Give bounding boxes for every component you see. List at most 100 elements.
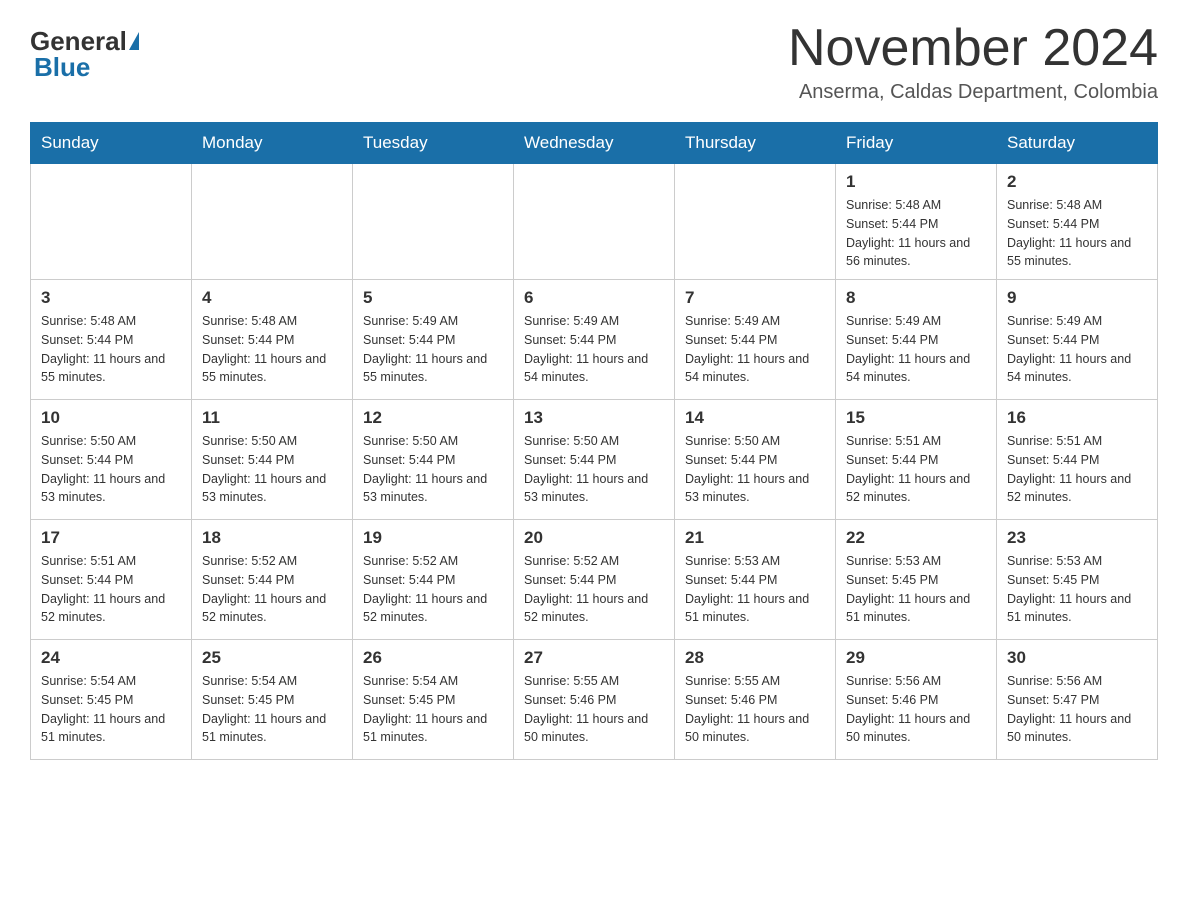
calendar-cell: 29 Sunrise: 5:56 AMSunset: 5:46 PMDayligh… xyxy=(836,640,997,760)
calendar-cell: 27Sunrise: 5:55 AMSunset: 5:46 PMDayligh… xyxy=(514,640,675,760)
day-info: Sunrise: 5:50 AMSunset: 5:44 PMDaylight:… xyxy=(524,432,664,507)
calendar-cell: 22 Sunrise: 5:53 AMSunset: 5:45 PMDayligh… xyxy=(836,520,997,640)
calendar-week-row: 1 Sunrise: 5:48 AMSunset: 5:44 PMDaylight… xyxy=(31,164,1158,280)
day-info: Sunrise: 5:50 AMSunset: 5:44 PMDaylight:… xyxy=(685,432,825,507)
calendar-week-row: 3 Sunrise: 5:48 AMSunset: 5:44 PMDaylight… xyxy=(31,280,1158,400)
day-number: 10 xyxy=(41,408,181,428)
header-day-wednesday: Wednesday xyxy=(514,123,675,164)
calendar-week-row: 10 Sunrise: 5:50 AMSunset: 5:44 PMDayligh… xyxy=(31,400,1158,520)
day-number: 3 xyxy=(41,288,181,308)
day-info: Sunrise: 5:51 AMSunset: 5:44 PMDaylight:… xyxy=(1007,432,1147,507)
location-title: Anserma, Caldas Department, Colombia xyxy=(788,81,1158,104)
header-day-sunday: Sunday xyxy=(31,123,192,164)
day-number: 15 xyxy=(846,408,986,428)
day-info: Sunrise: 5:49 AMSunset: 5:44 PMDaylight:… xyxy=(846,312,986,387)
title-area: November 2024 Anserma, Caldas Department… xyxy=(788,20,1158,104)
day-number: 6 xyxy=(524,288,664,308)
day-number: 16 xyxy=(1007,408,1147,428)
day-number: 4 xyxy=(202,288,342,308)
logo-general-text: General xyxy=(30,28,127,54)
calendar-cell xyxy=(31,164,192,280)
day-number: 2 xyxy=(1007,172,1147,192)
calendar-cell: 3Sunrise: 5:48 AMSunset: 5:44 PMDaylight… xyxy=(31,280,192,400)
day-number: 17 xyxy=(41,528,181,548)
day-info: Sunrise: 5:48 AMSunset: 5:44 PMDaylight:… xyxy=(846,196,986,271)
day-number: 27 xyxy=(524,648,664,668)
day-info: Sunrise: 5:50 AMSunset: 5:44 PMDaylight:… xyxy=(363,432,503,507)
calendar-cell: 30 Sunrise: 5:56 AMSunset: 5:47 PMDayligh… xyxy=(997,640,1158,760)
day-number: 24 xyxy=(41,648,181,668)
calendar-cell: 4 Sunrise: 5:48 AMSunset: 5:44 PMDaylight… xyxy=(192,280,353,400)
header-day-tuesday: Tuesday xyxy=(353,123,514,164)
calendar-cell: 10Sunrise: 5:50 AMSunset: 5:44 PMDayligh… xyxy=(31,400,192,520)
day-number: 8 xyxy=(846,288,986,308)
day-number: 21 xyxy=(685,528,825,548)
day-number: 5 xyxy=(363,288,503,308)
calendar-cell: 25Sunrise: 5:54 AMSunset: 5:45 PMDayligh… xyxy=(192,640,353,760)
day-info: Sunrise: 5:53 AMSunset: 5:45 PMDaylight:… xyxy=(1007,552,1147,627)
logo-triangle-icon xyxy=(129,32,139,50)
day-number: 11 xyxy=(202,408,342,428)
calendar-cell: 17 Sunrise: 5:51 AMSunset: 5:44 PMDayligh… xyxy=(31,520,192,640)
day-info: Sunrise: 5:48 AMSunset: 5:44 PMDaylight:… xyxy=(202,312,342,387)
day-info: Sunrise: 5:49 AMSunset: 5:44 PMDaylight:… xyxy=(363,312,503,387)
calendar-cell xyxy=(675,164,836,280)
calendar-cell: 7 Sunrise: 5:49 AMSunset: 5:44 PMDaylight… xyxy=(675,280,836,400)
day-info: Sunrise: 5:52 AMSunset: 5:44 PMDaylight:… xyxy=(524,552,664,627)
month-title: November 2024 xyxy=(788,20,1158,77)
calendar-cell: 23 Sunrise: 5:53 AMSunset: 5:45 PMDayligh… xyxy=(997,520,1158,640)
calendar-cell: 21Sunrise: 5:53 AMSunset: 5:44 PMDayligh… xyxy=(675,520,836,640)
calendar-week-row: 17 Sunrise: 5:51 AMSunset: 5:44 PMDayligh… xyxy=(31,520,1158,640)
calendar-cell: 16 Sunrise: 5:51 AMSunset: 5:44 PMDayligh… xyxy=(997,400,1158,520)
day-number: 22 xyxy=(846,528,986,548)
header-day-saturday: Saturday xyxy=(997,123,1158,164)
day-number: 18 xyxy=(202,528,342,548)
calendar-cell: 5 Sunrise: 5:49 AMSunset: 5:44 PMDaylight… xyxy=(353,280,514,400)
calendar-cell: 2 Sunrise: 5:48 AMSunset: 5:44 PMDaylight… xyxy=(997,164,1158,280)
day-number: 14 xyxy=(685,408,825,428)
logo-blue-text: Blue xyxy=(34,52,90,83)
day-number: 13 xyxy=(524,408,664,428)
day-info: Sunrise: 5:54 AMSunset: 5:45 PMDaylight:… xyxy=(363,672,503,747)
calendar-table: SundayMondayTuesdayWednesdayThursdayFrid… xyxy=(30,122,1158,760)
calendar-cell: 13 Sunrise: 5:50 AMSunset: 5:44 PMDayligh… xyxy=(514,400,675,520)
calendar-cell: 26 Sunrise: 5:54 AMSunset: 5:45 PMDayligh… xyxy=(353,640,514,760)
day-number: 19 xyxy=(363,528,503,548)
day-number: 30 xyxy=(1007,648,1147,668)
calendar-cell: 15 Sunrise: 5:51 AMSunset: 5:44 PMDayligh… xyxy=(836,400,997,520)
day-info: Sunrise: 5:51 AMSunset: 5:44 PMDaylight:… xyxy=(846,432,986,507)
day-number: 7 xyxy=(685,288,825,308)
day-info: Sunrise: 5:48 AMSunset: 5:44 PMDaylight:… xyxy=(1007,196,1147,271)
day-info: Sunrise: 5:53 AMSunset: 5:45 PMDaylight:… xyxy=(846,552,986,627)
header-day-friday: Friday xyxy=(836,123,997,164)
header-day-monday: Monday xyxy=(192,123,353,164)
calendar-cell: 12 Sunrise: 5:50 AMSunset: 5:44 PMDayligh… xyxy=(353,400,514,520)
day-number: 12 xyxy=(363,408,503,428)
day-number: 29 xyxy=(846,648,986,668)
day-info: Sunrise: 5:50 AMSunset: 5:44 PMDaylight:… xyxy=(202,432,342,507)
day-info: Sunrise: 5:56 AMSunset: 5:46 PMDaylight:… xyxy=(846,672,986,747)
day-number: 1 xyxy=(846,172,986,192)
day-info: Sunrise: 5:54 AMSunset: 5:45 PMDaylight:… xyxy=(41,672,181,747)
calendar-cell: 18Sunrise: 5:52 AMSunset: 5:44 PMDayligh… xyxy=(192,520,353,640)
calendar-cell: 11 Sunrise: 5:50 AMSunset: 5:44 PMDayligh… xyxy=(192,400,353,520)
header-day-thursday: Thursday xyxy=(675,123,836,164)
day-info: Sunrise: 5:54 AMSunset: 5:45 PMDaylight:… xyxy=(202,672,342,747)
day-number: 20 xyxy=(524,528,664,548)
calendar-cell: 20 Sunrise: 5:52 AMSunset: 5:44 PMDayligh… xyxy=(514,520,675,640)
day-info: Sunrise: 5:49 AMSunset: 5:44 PMDaylight:… xyxy=(524,312,664,387)
calendar-cell xyxy=(353,164,514,280)
calendar-header-row: SundayMondayTuesdayWednesdayThursdayFrid… xyxy=(31,123,1158,164)
day-info: Sunrise: 5:56 AMSunset: 5:47 PMDaylight:… xyxy=(1007,672,1147,747)
day-info: Sunrise: 5:49 AMSunset: 5:44 PMDaylight:… xyxy=(685,312,825,387)
calendar-cell: 9 Sunrise: 5:49 AMSunset: 5:44 PMDaylight… xyxy=(997,280,1158,400)
day-info: Sunrise: 5:55 AMSunset: 5:46 PMDaylight:… xyxy=(685,672,825,747)
day-info: Sunrise: 5:49 AMSunset: 5:44 PMDaylight:… xyxy=(1007,312,1147,387)
calendar-cell: 28Sunrise: 5:55 AMSunset: 5:46 PMDayligh… xyxy=(675,640,836,760)
calendar-cell: 8 Sunrise: 5:49 AMSunset: 5:44 PMDaylight… xyxy=(836,280,997,400)
day-number: 23 xyxy=(1007,528,1147,548)
logo: General Blue xyxy=(30,20,141,83)
day-number: 9 xyxy=(1007,288,1147,308)
day-number: 26 xyxy=(363,648,503,668)
day-info: Sunrise: 5:51 AMSunset: 5:44 PMDaylight:… xyxy=(41,552,181,627)
